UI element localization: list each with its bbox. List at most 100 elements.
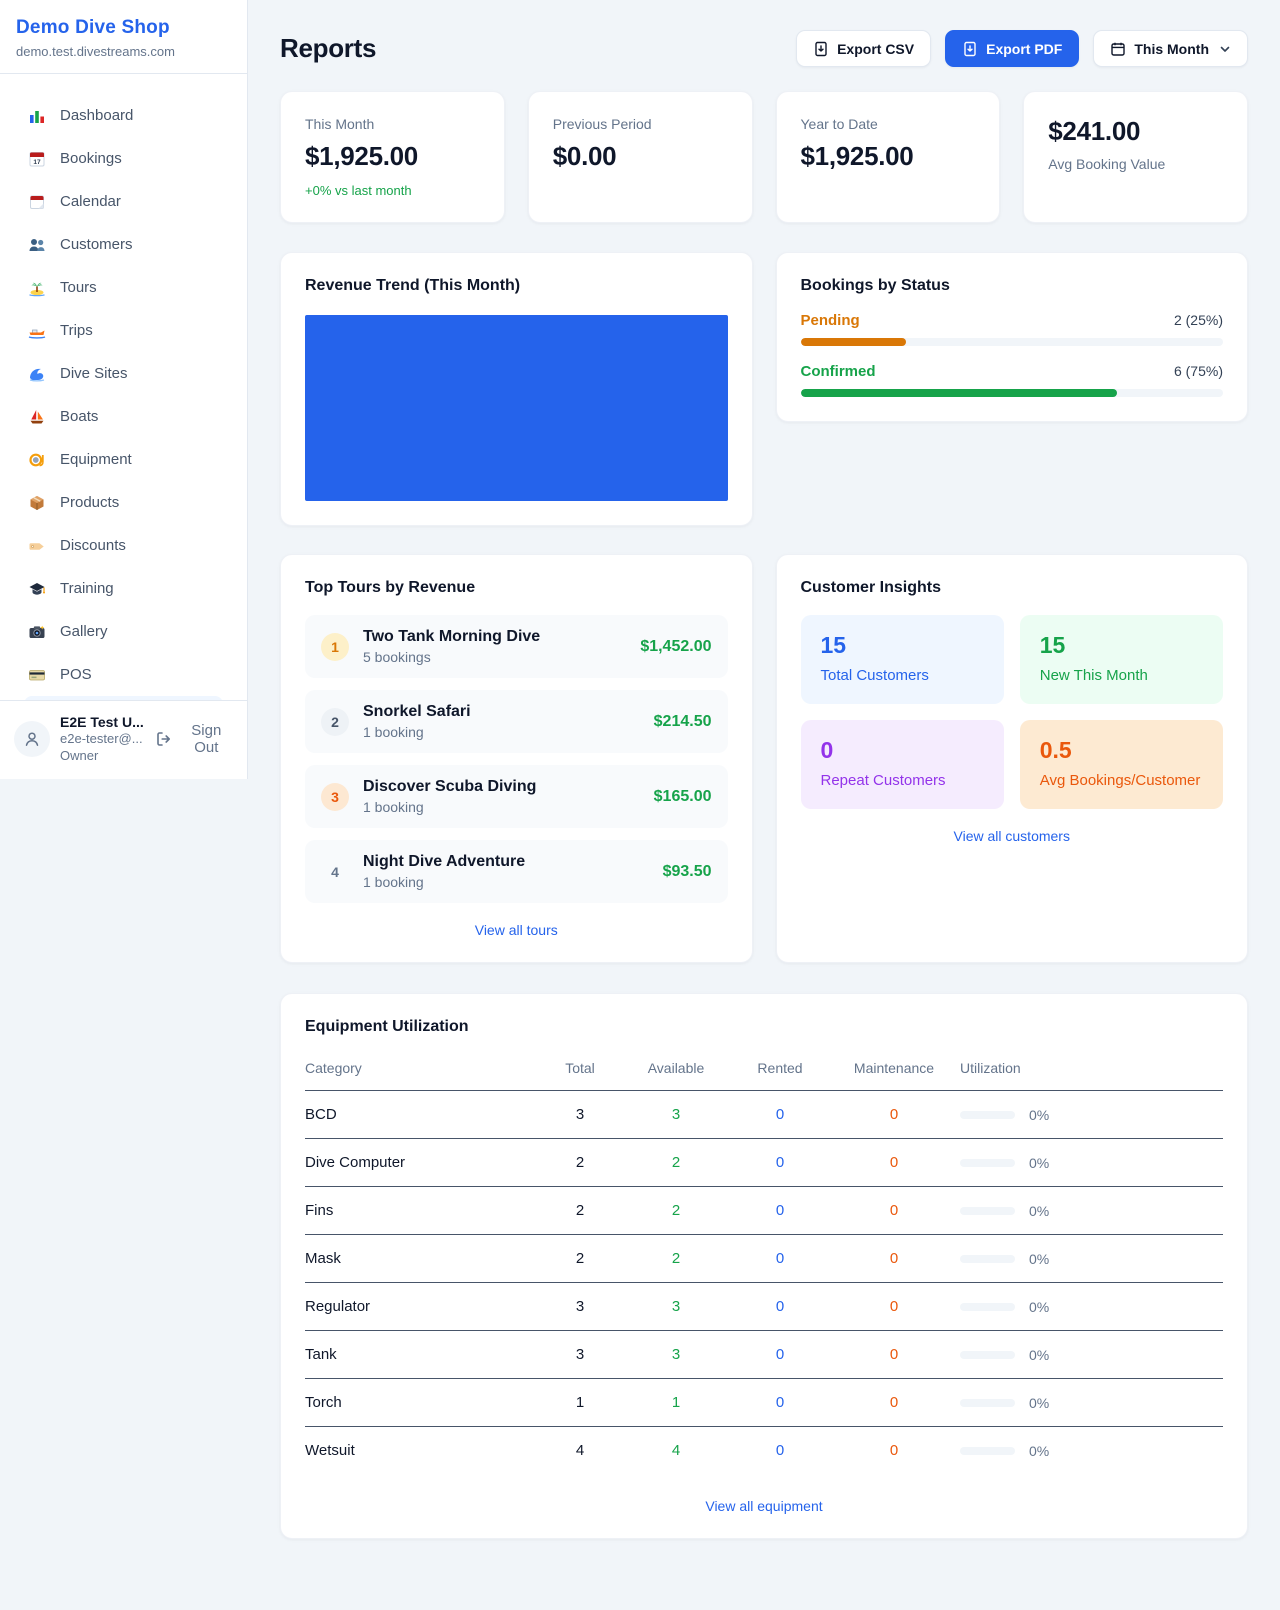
- column-header: Available: [628, 1052, 732, 1091]
- sidebar-item-label: Calendar: [60, 193, 121, 210]
- cell-rented: 0: [732, 1427, 836, 1475]
- tour-revenue: $93.50: [663, 863, 712, 881]
- dive-mask-icon: [28, 451, 46, 469]
- cell-total: 2: [540, 1235, 628, 1283]
- insight-label: Repeat Customers: [821, 772, 984, 789]
- sidebar-item-boats[interactable]: Boats: [12, 395, 235, 438]
- sidebar-item-label: Trips: [60, 322, 93, 339]
- user-name: E2E Test U...: [60, 713, 145, 731]
- equipment-utilization-card: Equipment Utilization Category Total Ava…: [280, 993, 1248, 1539]
- rank-badge: 4: [321, 858, 349, 886]
- export-csv-button[interactable]: Export CSV: [796, 30, 931, 67]
- stat-card-year-to-date: Year to Date $1,925.00: [776, 91, 1001, 223]
- revenue-trend-card: Revenue Trend (This Month): [280, 252, 753, 526]
- cell-available: 1: [628, 1379, 732, 1427]
- sidebar-item-label: Boats: [60, 408, 98, 425]
- header-actions: Export CSV Export PDF This Month: [796, 30, 1248, 67]
- status-bar-fill: [801, 389, 1118, 397]
- sidebar-item-training[interactable]: Training: [12, 567, 235, 610]
- sidebar-item-discounts[interactable]: Discounts: [12, 524, 235, 567]
- cell-category: Dive Computer: [305, 1139, 540, 1187]
- wave-icon: [28, 365, 46, 383]
- period-label: This Month: [1134, 41, 1209, 57]
- cell-maintenance: 0: [836, 1379, 960, 1427]
- sidebar-item-label: Discounts: [60, 537, 126, 554]
- stat-value: $1,925.00: [801, 141, 976, 172]
- cell-category: Regulator: [305, 1283, 540, 1331]
- cell-rented: 0: [732, 1187, 836, 1235]
- people-icon: [28, 236, 46, 254]
- sidebar-item-label: Equipment: [60, 451, 132, 468]
- sidebar-item-label: Customers: [60, 236, 133, 253]
- sidebar-item-bookings[interactable]: 17 Bookings: [12, 137, 235, 180]
- svg-text:17: 17: [33, 159, 41, 166]
- customer-insights-card: Customer Insights 15 Total Customers 15 …: [776, 554, 1249, 963]
- insight-label: Avg Bookings/Customer: [1040, 772, 1203, 789]
- sidebar-item-trips[interactable]: Trips: [12, 309, 235, 352]
- status-row-pending: Pending 2 (25%): [801, 312, 1224, 346]
- tour-list-item: 1 Two Tank Morning Dive 5 bookings $1,45…: [305, 615, 728, 678]
- sidebar-item-label: POS: [60, 666, 92, 683]
- table-row: Dive Computer 2 2 0 0 0%: [305, 1139, 1223, 1187]
- sidebar-item-gallery[interactable]: Gallery: [12, 610, 235, 653]
- utilization-bar: [960, 1159, 1015, 1167]
- stat-label: This Month: [305, 116, 480, 132]
- stat-value: $241.00: [1048, 116, 1223, 147]
- sidebar-item-tours[interactable]: Tours: [12, 266, 235, 309]
- sidebar-item-products[interactable]: Products: [12, 481, 235, 524]
- status-bar-track: [801, 338, 1224, 346]
- sign-out-label: Sign Out: [180, 722, 233, 756]
- sidebar-item-pos[interactable]: POS: [12, 653, 235, 696]
- export-pdf-button[interactable]: Export PDF: [945, 30, 1079, 67]
- sidebar-header: Demo Dive Shop demo.test.divestreams.com: [0, 0, 247, 74]
- island-icon: [28, 279, 46, 297]
- sidebar-item-label: Training: [60, 580, 114, 597]
- sidebar-item-calendar[interactable]: Calendar: [12, 180, 235, 223]
- revenue-trend-title: Revenue Trend (This Month): [305, 277, 728, 295]
- tour-name: Snorkel Safari: [363, 703, 640, 721]
- view-all-equipment-link[interactable]: View all equipment: [305, 1498, 1223, 1514]
- column-header: Utilization: [960, 1052, 1223, 1091]
- tour-bookings: 5 bookings: [363, 649, 626, 665]
- equipment-table: Category Total Available Rented Maintena…: [305, 1052, 1223, 1474]
- sidebar-item-customers[interactable]: Customers: [12, 223, 235, 266]
- sidebar-item-label: Dive Sites: [60, 365, 128, 382]
- cell-rented: 0: [732, 1283, 836, 1331]
- view-all-tours-link[interactable]: View all tours: [305, 922, 728, 938]
- cell-utilization: 0%: [1029, 1107, 1049, 1123]
- period-dropdown[interactable]: This Month: [1093, 30, 1248, 67]
- cell-utilization: 0%: [1029, 1443, 1049, 1459]
- sidebar-item-label: Products: [60, 494, 119, 511]
- sign-out-button[interactable]: Sign Out: [155, 722, 233, 756]
- cell-total: 3: [540, 1091, 628, 1139]
- tour-revenue: $165.00: [654, 788, 712, 806]
- sign-out-icon: [155, 730, 173, 748]
- cell-rented: 0: [732, 1235, 836, 1283]
- calendar-icon: [1110, 41, 1126, 57]
- table-row: Regulator 3 3 0 0 0%: [305, 1283, 1223, 1331]
- user-info: E2E Test U... e2e-tester@... Owner: [60, 713, 145, 765]
- tour-name: Two Tank Morning Dive: [363, 628, 626, 646]
- bar-chart-icon: [28, 107, 46, 125]
- cell-maintenance: 0: [836, 1427, 960, 1475]
- customer-insights-title: Customer Insights: [801, 579, 1224, 597]
- rank-badge: 3: [321, 783, 349, 811]
- status-row-confirmed: Confirmed 6 (75%): [801, 363, 1224, 397]
- user-role: Owner: [60, 748, 145, 765]
- cell-category: BCD: [305, 1091, 540, 1139]
- cell-utilization: 0%: [1029, 1395, 1049, 1411]
- document-download-icon: [813, 41, 829, 57]
- cell-utilization: 0%: [1029, 1299, 1049, 1315]
- utilization-bar: [960, 1255, 1015, 1263]
- insight-label: New This Month: [1040, 667, 1203, 684]
- sidebar-item-dive-sites[interactable]: Dive Sites: [12, 352, 235, 395]
- view-all-customers-link[interactable]: View all customers: [801, 828, 1224, 844]
- sidebar-item-equipment[interactable]: Equipment: [12, 438, 235, 481]
- export-csv-label: Export CSV: [837, 41, 914, 57]
- sidebar-item-label: Dashboard: [60, 107, 133, 124]
- charts-row: Revenue Trend (This Month) Bookings by S…: [280, 252, 1248, 526]
- sidebar-item-dashboard[interactable]: Dashboard: [12, 94, 235, 137]
- utilization-bar: [960, 1303, 1015, 1311]
- rank-badge: 1: [321, 633, 349, 661]
- cell-available: 3: [628, 1283, 732, 1331]
